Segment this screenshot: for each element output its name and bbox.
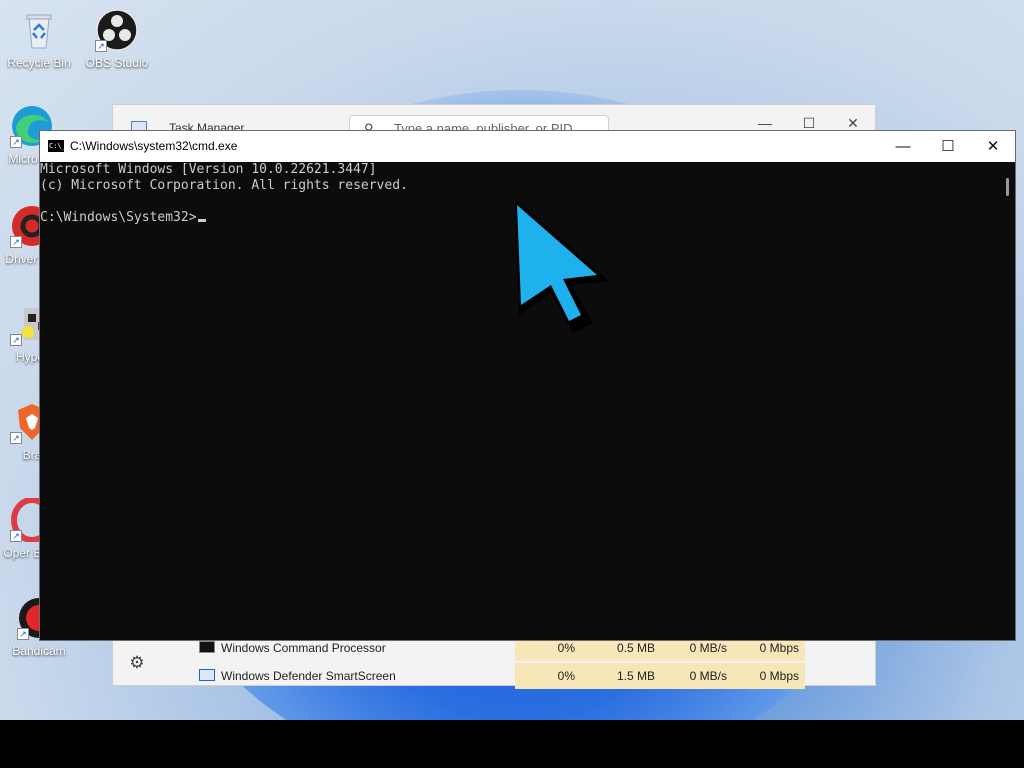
shortcut-arrow-icon: ↗	[10, 136, 22, 148]
process-cpu: 0%	[557, 669, 575, 683]
cmd-scrollbar-thumb[interactable]	[1006, 178, 1009, 196]
desktop-icon-label: OBS Studio	[85, 56, 149, 70]
settings-gear-icon[interactable]: ⚙	[125, 653, 149, 677]
cmd-scrollbar[interactable]	[999, 162, 1015, 640]
shortcut-arrow-icon: ↗	[95, 40, 107, 52]
obs-studio-icon: ↗	[95, 8, 139, 52]
process-memory: 0.5 MB	[616, 641, 655, 655]
mouse-pointer-icon	[515, 199, 609, 333]
cmd-process-icon	[199, 641, 215, 653]
cmd-window-title: C:\Windows\system32\cmd.exe	[70, 139, 238, 153]
process-name: Windows Command Processor	[221, 641, 386, 655]
shortcut-arrow-icon: ↗	[10, 236, 22, 248]
cmd-app-icon: C:\_	[48, 140, 66, 152]
bottom-black-bar	[0, 720, 1024, 768]
smartscreen-process-icon	[199, 669, 215, 681]
desktop-icon-label: Recycle Bin	[7, 56, 71, 70]
process-memory: 1.5 MB	[616, 669, 655, 683]
console-line: Microsoft Windows [Version 10.0.22621.34…	[40, 162, 377, 177]
process-network: 0 Mbps	[759, 669, 799, 683]
process-disk: 0 MB/s	[689, 669, 727, 683]
cmd-maximize-button[interactable]: ☐	[925, 131, 971, 162]
process-stats-cell: 0% 1.5 MB 0 MB/s 0 Mbps	[515, 663, 805, 689]
console-prompt-line: C:\Windows\System32>	[40, 210, 206, 226]
console-prompt: C:\Windows\System32>	[40, 210, 197, 225]
cmd-minimize-button[interactable]: —	[880, 131, 926, 162]
process-network: 0 Mbps	[759, 641, 799, 655]
desktop-icon-obs-studio[interactable]: ↗ OBS Studio	[79, 8, 155, 70]
process-cpu: 0%	[557, 641, 575, 655]
cmd-titlebar[interactable]: C:\_ C:\Windows\system32\cmd.exe — ☐ ✕	[40, 131, 1015, 162]
process-disk: 0 MB/s	[689, 641, 727, 655]
desktop-icon-label: Bandicam	[12, 644, 66, 658]
shortcut-arrow-icon: ↗	[10, 530, 22, 542]
shortcut-arrow-icon: ↗	[17, 628, 29, 640]
process-row[interactable]: Windows Defender SmartScreen 0% 1.5 MB 0…	[193, 663, 883, 689]
shortcut-arrow-icon: ↗	[10, 432, 22, 444]
recycle-bin-icon	[17, 8, 61, 52]
text-cursor	[197, 219, 206, 222]
cmd-close-button[interactable]: ✕	[970, 131, 1016, 162]
desktop-icon-recycle-bin[interactable]: Recycle Bin	[1, 8, 77, 70]
shortcut-arrow-icon: ↗	[10, 334, 22, 346]
console-line: (c) Microsoft Corporation. All rights re…	[40, 178, 408, 193]
process-name: Windows Defender SmartScreen	[221, 669, 396, 683]
